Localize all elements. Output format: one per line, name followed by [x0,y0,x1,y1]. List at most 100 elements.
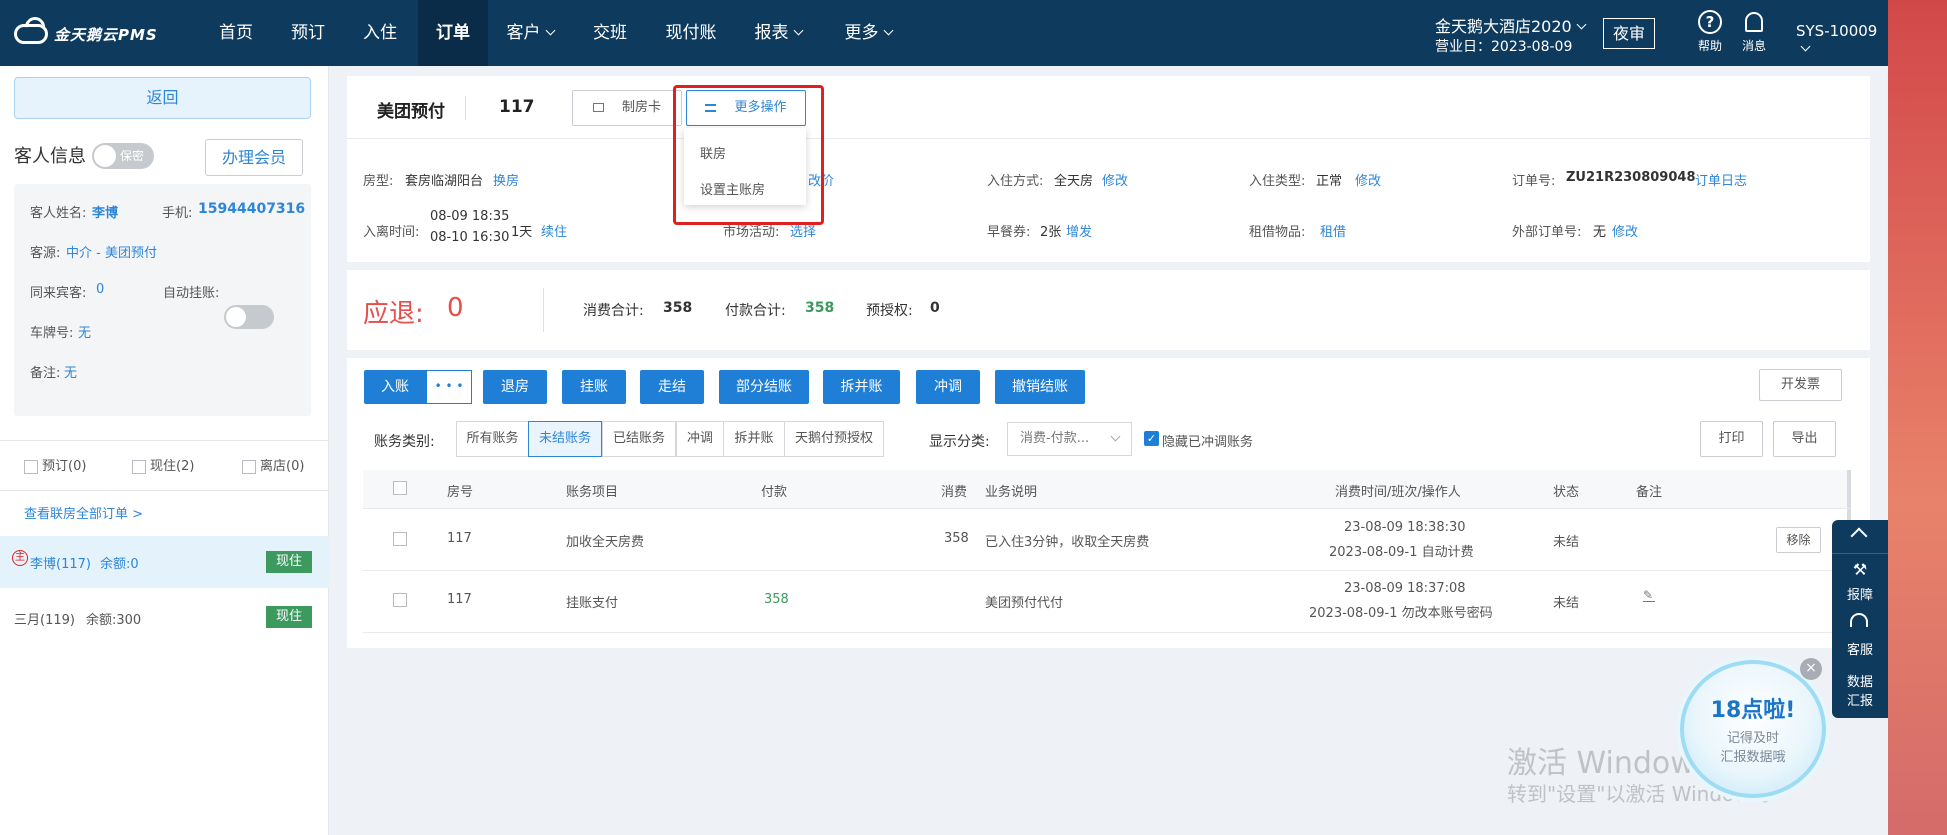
change-room-link[interactable]: 换房 [493,170,519,189]
export-button[interactable]: 导出 [1773,421,1836,457]
modify-checkin-method-link[interactable]: 修改 [1102,170,1128,189]
cell-room: 117 [447,592,472,607]
night-audit-button[interactable]: 夜审 [1603,18,1655,49]
nav-cash[interactable]: 现付账 [658,0,724,66]
tab-departed[interactable]: 离店(0) [242,455,304,474]
plate-value[interactable]: 无 [78,322,91,341]
col-desc: 业务说明 [985,485,1038,500]
order-log-link[interactable]: 订单日志 [1695,170,1747,189]
guest-phone: 15944407316 [198,201,306,217]
checkbox[interactable] [132,459,146,474]
back-button[interactable]: 返回 [14,77,311,119]
divider [465,96,466,120]
breakfast-value: 2张 [1040,225,1062,240]
checkout-button[interactable]: 退房 [483,370,547,404]
make-card-button[interactable]: 制房卡 [572,90,682,126]
nav-customers[interactable]: 客户 [500,0,560,66]
nav-checkin[interactable]: 入住 [350,0,410,66]
privacy-toggle[interactable]: 保密 [92,143,154,169]
category-label: 账务类别: [374,434,435,450]
auto-bill-toggle[interactable] [224,305,274,329]
add-breakfast-link[interactable]: 增发 [1066,221,1092,240]
preauth-label: 预授权: [866,303,913,319]
room-guest-name[interactable]: 李博(117) [30,553,91,572]
divider [347,138,1870,139]
member-button[interactable]: 办理会员 [205,139,303,176]
cancel-settle-button[interactable]: 撤销结账 [995,370,1085,404]
phone-label: 手机: [162,206,193,221]
user-menu[interactable]: SYS-10009 [1796,22,1888,58]
highlight-box [673,85,824,225]
top-navbar: 金天鹅云PMS 首页 预订 入住 订单 客户 交班 现付账 报表 更多 金天鹅大… [0,0,1888,66]
edit-icon[interactable]: ✎ [1643,589,1655,602]
checkin-method-value: 全天房 [1054,174,1094,189]
messages-label: 消息 [1741,39,1766,53]
report-issue-button[interactable]: 报障 [1832,584,1888,603]
tab-adjustments[interactable]: 冲调 [676,421,724,457]
tab-settled-bills[interactable]: 已结账务 [602,421,676,457]
plate-label: 车牌号: [30,326,74,341]
print-button[interactable]: 打印 [1700,421,1763,457]
messages-button[interactable]: 消息 [1734,10,1774,54]
divider [0,490,329,491]
close-icon[interactable]: × [1800,658,1822,680]
user-name: SYS-10009 [1796,22,1878,40]
cell-item: 加收全天房费 [566,535,645,550]
modify-ext-order-link[interactable]: 修改 [1612,221,1638,240]
promo-line1: 记得及时 [1726,731,1779,746]
post-charge-more-button[interactable]: • • • [426,370,472,404]
hide-adjusted-checkbox[interactable]: ✓ [1144,431,1159,446]
remove-button[interactable]: 移除 [1776,527,1821,553]
tab-staying[interactable]: 现住(2) [132,455,194,474]
post-charge-button[interactable]: 入账 [364,370,426,404]
companion-label: 同来宾客: [30,286,87,301]
select-all-checkbox[interactable] [393,481,407,495]
display-select[interactable]: 消费-付款... [1007,422,1132,456]
nav-home[interactable]: 首页 [206,0,266,66]
room-guest-name[interactable]: 三月(119) [14,609,75,628]
help-button[interactable]: ? 帮助 [1690,10,1730,54]
invoice-button[interactable]: 开发票 [1759,369,1842,401]
data-report-button-line1[interactable]: 数据 [1832,671,1888,690]
name-label: 客人姓名: [30,206,87,221]
promo-line2: 汇报数据哦 [1720,750,1786,765]
nav-reports[interactable]: 报表 [748,0,808,66]
cell-time: 23-08-09 18:38:30 [1344,520,1466,535]
borrow-link[interactable]: 租借 [1320,221,1346,240]
hang-bill-button[interactable]: 挂账 [562,370,626,404]
row-checkbox[interactable] [393,593,407,607]
nav-orders[interactable]: 订单 [418,0,488,66]
display-select-value: 消费-付款... [1020,431,1090,446]
customer-service-button[interactable]: 客服 [1832,639,1888,658]
hotel-selector[interactable]: 金天鹅大酒店2020 [1435,13,1587,37]
make-card-label: 制房卡 [621,100,661,115]
nav-booking[interactable]: 预订 [278,0,338,66]
divider [0,440,329,441]
companion-count[interactable]: 0 [96,282,104,297]
partial-settle-button[interactable]: 部分结账 [719,370,809,404]
chevron-down-icon [1800,41,1811,52]
nav-more[interactable]: 更多 [838,0,898,66]
tab-all-bills[interactable]: 所有账务 [456,421,529,457]
app-logo[interactable]: 金天鹅云PMS [14,20,158,48]
extend-stay-link[interactable]: 续住 [541,221,567,240]
consume-total-value: 358 [663,300,693,316]
row-divider [363,632,1850,633]
nav-shift[interactable]: 交班 [580,0,640,66]
split-merge-button[interactable]: 拆并账 [823,370,900,404]
view-all-linked-orders-link[interactable]: 查看联房全部订单 > [24,503,143,522]
adjust-button[interactable]: 冲调 [916,370,980,404]
checkbox[interactable] [242,459,256,474]
tab-unsettled-bills[interactable]: 未结账务 [528,421,602,457]
row-checkbox[interactable] [393,532,407,546]
data-report-button-line2[interactable]: 汇报 [1832,690,1888,709]
remark-value[interactable]: 无 [64,362,77,381]
tab-booked[interactable]: 预订(0) [24,455,86,474]
modify-checkin-type-link[interactable]: 修改 [1355,170,1381,189]
tab-split-merge[interactable]: 拆并账 [723,421,785,457]
tab-preauth[interactable]: 天鹅付预授权 [784,421,884,457]
checkbox[interactable] [24,459,38,474]
ext-order-label: 外部订单号: [1512,225,1582,240]
leave-settle-button[interactable]: 走结 [640,370,704,404]
guest-name[interactable]: 李博 [92,202,118,221]
